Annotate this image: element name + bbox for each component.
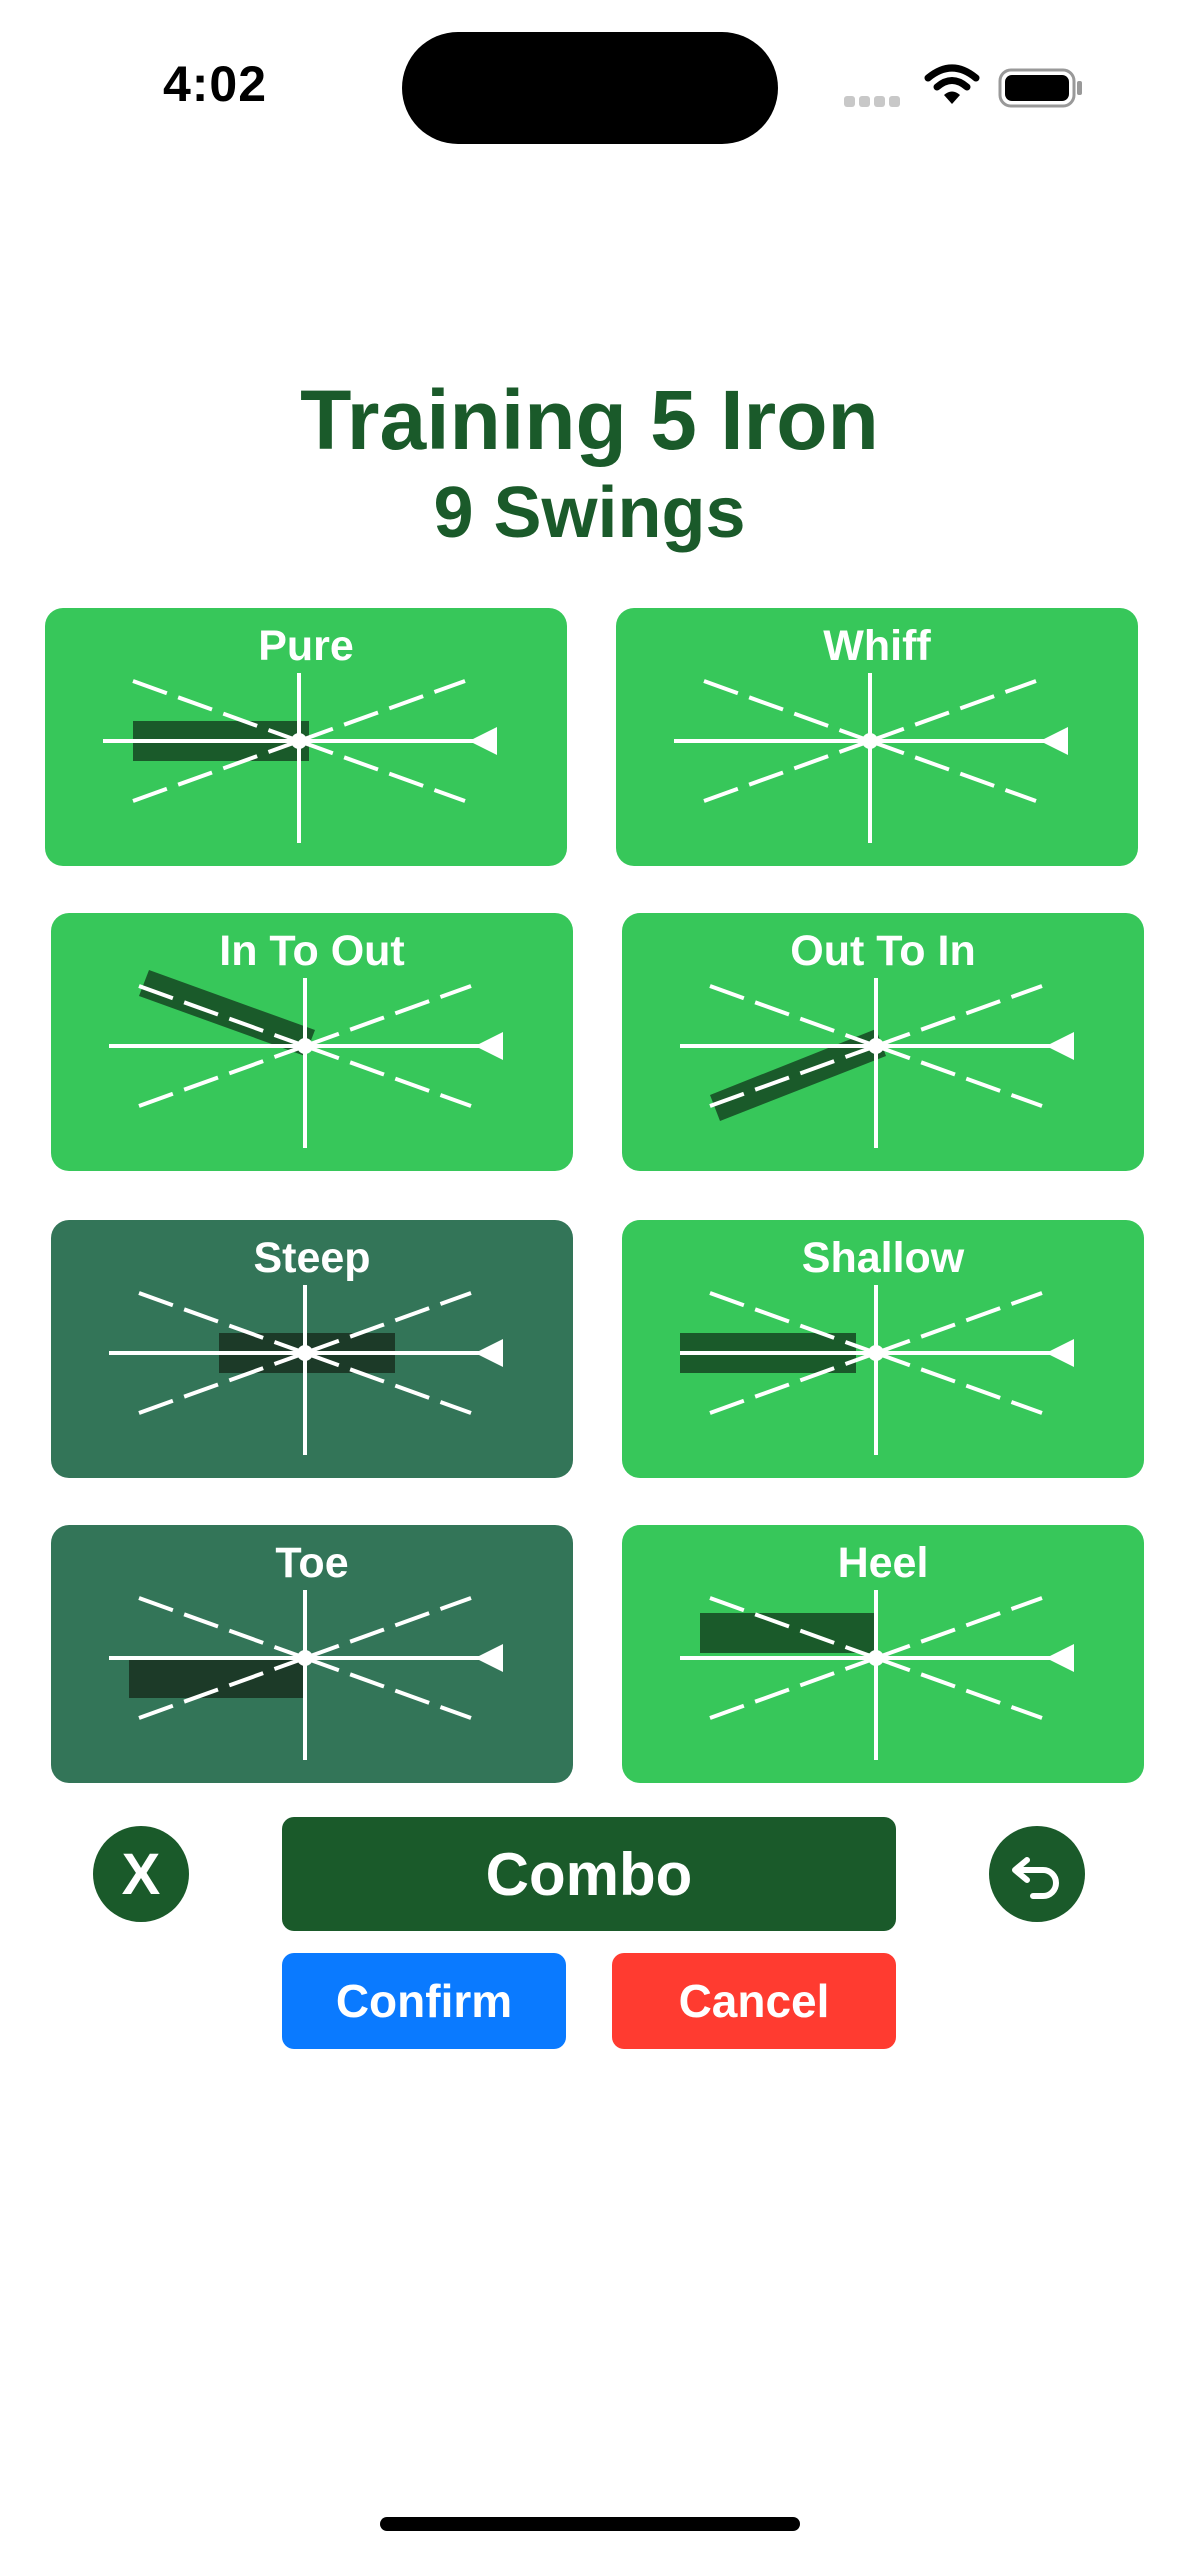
card-label: Steep: [253, 1234, 371, 1282]
dynamic-island: [402, 32, 778, 144]
card-label: Whiff: [823, 622, 931, 670]
card-label: Out To In: [790, 927, 976, 975]
clear-button[interactable]: X: [93, 1826, 189, 1922]
home-indicator: [380, 2517, 800, 2531]
combo-button[interactable]: Combo: [282, 1817, 896, 1931]
card-pure[interactable]: Pure: [45, 608, 567, 866]
card-label: Toe: [275, 1539, 349, 1587]
card-label: Heel: [837, 1539, 929, 1587]
card-toe[interactable]: Toe: [51, 1525, 573, 1783]
card-label: Shallow: [801, 1234, 965, 1282]
confirm-button[interactable]: Confirm: [282, 1953, 566, 2049]
card-label: Pure: [258, 622, 354, 670]
cancel-button[interactable]: Cancel: [612, 1953, 896, 2049]
swing-count: 9 Swings: [433, 473, 746, 553]
wifi-icon: [924, 64, 980, 104]
undo-button[interactable]: [989, 1826, 1085, 1922]
card-out-to-in[interactable]: Out To In: [622, 913, 1144, 1171]
battery-icon: [998, 68, 1082, 108]
status-time: 4:02: [162, 56, 268, 112]
undo-arrow-icon: [1012, 1857, 1059, 1899]
card-label: In To Out: [219, 927, 405, 975]
card-in-to-out[interactable]: In To Out: [51, 913, 573, 1171]
card-shallow[interactable]: Shallow: [622, 1220, 1144, 1478]
card-heel[interactable]: Heel: [622, 1525, 1144, 1783]
page-title: Training 5 Iron: [300, 373, 879, 467]
card-steep[interactable]: Steep: [51, 1220, 573, 1478]
cellular-signal-icon: [844, 94, 904, 112]
status-bar: 4:02: [0, 0, 1179, 170]
card-whiff[interactable]: Whiff: [616, 608, 1138, 866]
